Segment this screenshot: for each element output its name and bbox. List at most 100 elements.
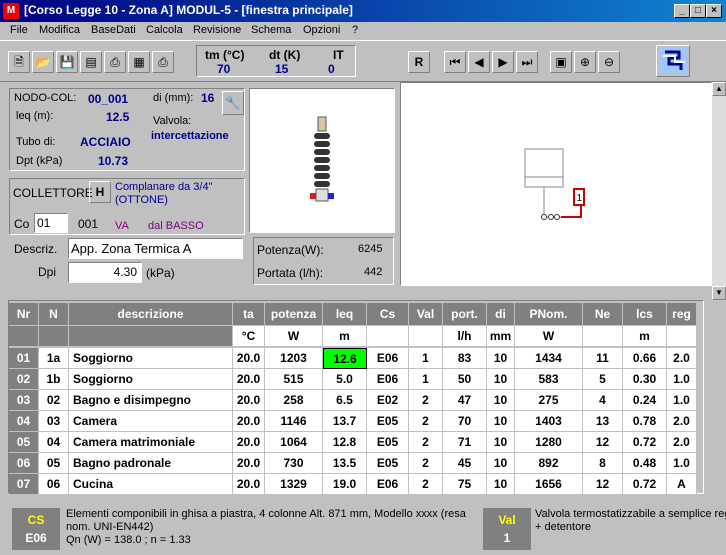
zoom-out-icon[interactable]: ⊖ xyxy=(598,51,620,73)
cell-val[interactable]: 2 xyxy=(409,432,443,453)
table-row[interactable]: 05 04 Camera matrimoniale 20.0 1064 12.8 E05 2 7… xyxy=(9,432,705,453)
cell-ta[interactable]: 20.0 xyxy=(233,369,265,390)
cell-port[interactable]: 71 xyxy=(443,432,487,453)
cell-ne[interactable]: 8 xyxy=(583,453,623,474)
cell-potenza[interactable]: 1203 xyxy=(265,348,323,369)
cell-port[interactable]: 50 xyxy=(443,369,487,390)
cell-lcs[interactable]: 0.72 xyxy=(623,474,667,495)
valve-tool-button[interactable]: 🔧 xyxy=(222,91,244,115)
dpi-input[interactable]: 4.30 xyxy=(68,262,142,283)
schema-view[interactable]: 1 xyxy=(400,82,712,286)
cell-port[interactable]: 75 xyxy=(443,474,487,495)
cell-ne[interactable]: 11 xyxy=(583,348,623,369)
cell-val[interactable]: 1 xyxy=(409,369,443,390)
cell-val[interactable]: 2 xyxy=(409,411,443,432)
cell-potenza[interactable]: 258 xyxy=(265,390,323,411)
cell-nr[interactable]: 07 xyxy=(9,474,39,495)
cell-ta[interactable]: 20.0 xyxy=(233,474,265,495)
cell-leq[interactable]: 13.5 xyxy=(323,453,367,474)
cell-reg[interactable]: 2.0 xyxy=(667,411,697,432)
menu-file[interactable]: File xyxy=(10,24,28,36)
cell-di[interactable]: 10 xyxy=(487,369,515,390)
maximize-button[interactable]: □ xyxy=(690,4,706,18)
cell-ta[interactable]: 20.0 xyxy=(233,411,265,432)
cell-cs[interactable]: E05 xyxy=(367,432,409,453)
collettore-h-button[interactable]: H xyxy=(89,181,111,203)
cell-reg[interactable]: 2.0 xyxy=(667,432,697,453)
menu-basedati[interactable]: BaseDati xyxy=(91,24,136,36)
print-preview-icon[interactable]: ⎙ xyxy=(104,51,126,73)
table-row[interactable]: 04 03 Camera 20.0 1146 13.7 E05 2 70 10 1403 13 0.78… xyxy=(9,411,705,432)
table-row[interactable]: 02 1b Soggiorno 20.0 515 5.0 E06 1 50 10 583 5 0.30 1… xyxy=(9,369,705,390)
prev-record-icon[interactable]: ◀ xyxy=(468,51,490,73)
cell-lcs[interactable]: 0.30 xyxy=(623,369,667,390)
cell-lcs[interactable]: 0.24 xyxy=(623,390,667,411)
cell-port[interactable]: 70 xyxy=(443,411,487,432)
cell-di[interactable]: 10 xyxy=(487,390,515,411)
first-record-icon[interactable]: ⏮ xyxy=(444,51,466,73)
cell-cs[interactable]: E05 xyxy=(367,411,409,432)
zoom-in-icon[interactable]: ⊕ xyxy=(574,51,596,73)
window-view-icon[interactable]: ▣ xyxy=(550,51,572,73)
cell-n[interactable]: 03 xyxy=(39,411,69,432)
cell-descrizione[interactable]: Soggiorno xyxy=(69,348,233,369)
cell-n[interactable]: 02 xyxy=(39,390,69,411)
cell-di[interactable]: 10 xyxy=(487,453,515,474)
cell-ne[interactable]: 5 xyxy=(583,369,623,390)
cell-leq[interactable]: 6.5 xyxy=(323,390,367,411)
close-button[interactable]: × xyxy=(706,4,722,18)
cell-n[interactable]: 05 xyxy=(39,453,69,474)
cell-nr[interactable]: 04 xyxy=(9,411,39,432)
scroll-track[interactable] xyxy=(712,96,726,286)
cell-cs[interactable]: E06 xyxy=(367,348,409,369)
table-row[interactable]: 01 1a Soggiorno 20.0 1203 12.6 E06 1 83 10 1434 11 0… xyxy=(9,348,705,369)
cell-di[interactable]: 10 xyxy=(487,348,515,369)
cell-pnom[interactable]: 275 xyxy=(515,390,583,411)
cell-ne[interactable]: 4 xyxy=(583,390,623,411)
cell-lcs[interactable]: 0.78 xyxy=(623,411,667,432)
cell-reg[interactable]: 1.0 xyxy=(667,369,697,390)
cell-leq[interactable]: 13.7 xyxy=(323,411,367,432)
cell-reg[interactable]: 1.0 xyxy=(667,453,697,474)
table-icon[interactable]: ▦ xyxy=(128,51,150,73)
cell-n[interactable]: 06 xyxy=(39,474,69,495)
cell-pnom[interactable]: 1280 xyxy=(515,432,583,453)
cell-descrizione[interactable]: Camera matrimoniale xyxy=(69,432,233,453)
cell-potenza[interactable]: 515 xyxy=(265,369,323,390)
cell-ne[interactable]: 13 xyxy=(583,411,623,432)
cell-n[interactable]: 1a xyxy=(39,348,69,369)
cell-lcs[interactable]: 0.66 xyxy=(623,348,667,369)
menu-schema[interactable]: Schema xyxy=(251,24,291,36)
cell-nr[interactable]: 02 xyxy=(9,369,39,390)
cell-lcs[interactable]: 0.72 xyxy=(623,432,667,453)
cell-leq[interactable]: 19.0 xyxy=(323,474,367,495)
cell-descrizione[interactable]: Cucina xyxy=(69,474,233,495)
table-row[interactable]: 03 02 Bagno e disimpegno 20.0 258 6.5 E02 2 47 10… xyxy=(9,390,705,411)
cell-reg[interactable]: A xyxy=(667,474,697,495)
co-input[interactable]: 01 xyxy=(34,213,68,233)
cell-nr[interactable]: 01 xyxy=(9,348,39,369)
cell-descrizione[interactable]: Bagno padronale xyxy=(69,453,233,474)
schema-logo-icon[interactable] xyxy=(656,45,690,77)
cell-ta[interactable]: 20.0 xyxy=(233,432,265,453)
cell-ta[interactable]: 20.0 xyxy=(233,390,265,411)
menu-revisione[interactable]: Revisione xyxy=(193,24,241,36)
cell-ne[interactable]: 12 xyxy=(583,474,623,495)
cell-cs[interactable]: E06 xyxy=(367,474,409,495)
cell-n[interactable]: 1b xyxy=(39,369,69,390)
cell-reg[interactable]: 1.0 xyxy=(667,390,697,411)
new-file-icon[interactable]: 🗎 xyxy=(8,51,30,73)
cell-nr[interactable]: 06 xyxy=(9,453,39,474)
cell-cs[interactable]: E02 xyxy=(367,390,409,411)
cell-leq[interactable]: 12.6 xyxy=(323,348,367,369)
cell-nr[interactable]: 05 xyxy=(9,432,39,453)
description-input[interactable]: App. Zona Termica A xyxy=(68,238,243,259)
cell-port[interactable]: 47 xyxy=(443,390,487,411)
cell-ta[interactable]: 20.0 xyxy=(233,348,265,369)
cell-cs[interactable]: E06 xyxy=(367,369,409,390)
last-record-icon[interactable]: ⏭ xyxy=(516,51,538,73)
cell-val[interactable]: 2 xyxy=(409,474,443,495)
cell-nr[interactable]: 03 xyxy=(9,390,39,411)
cell-descrizione[interactable]: Camera xyxy=(69,411,233,432)
cell-potenza[interactable]: 1146 xyxy=(265,411,323,432)
